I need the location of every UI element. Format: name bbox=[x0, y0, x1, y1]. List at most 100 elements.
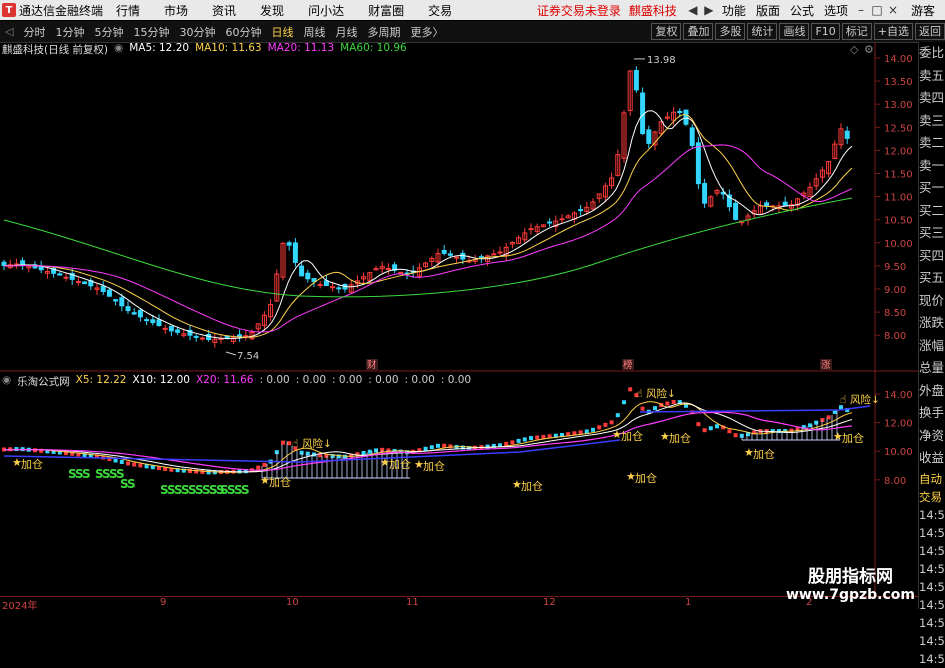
time-label-11: 11 bbox=[406, 597, 419, 608]
ind-bar bbox=[702, 428, 707, 433]
time-label-9: 9 bbox=[160, 597, 167, 608]
candle-body bbox=[237, 334, 243, 337]
ind-bar bbox=[343, 454, 347, 459]
candle-body bbox=[150, 319, 156, 324]
ind-tick-label: 14.00 bbox=[884, 390, 913, 401]
kline-chart[interactable]: 14.00 13.50 13.00 12.50 12.00 11.50 11.00 10.50… bbox=[0, 0, 918, 596]
candle-body bbox=[113, 299, 119, 302]
watermark-title: 股朋指标网 bbox=[807, 567, 893, 587]
risk-hand-icon: ☝ bbox=[636, 387, 643, 400]
side-item-9[interactable]: 买四 bbox=[919, 245, 945, 268]
main-tick-label: 11.50 bbox=[884, 170, 913, 181]
main-tick-label: 12.50 bbox=[884, 123, 913, 134]
ind-bar bbox=[529, 436, 533, 441]
add-position-label: 加仓 bbox=[521, 479, 543, 493]
ind-bar bbox=[640, 406, 645, 411]
candle-body bbox=[454, 256, 460, 259]
side-item-14[interactable]: 总量 bbox=[919, 357, 945, 380]
main-tick-label: 11.00 bbox=[884, 193, 913, 204]
event-marker-label: 榜 bbox=[623, 359, 633, 371]
side-item-2[interactable]: 卖四 bbox=[919, 87, 945, 110]
candle-body bbox=[764, 202, 770, 207]
side-item-16[interactable]: 换手 bbox=[919, 402, 945, 425]
add-position-label: 加仓 bbox=[269, 475, 291, 489]
side-item-11[interactable]: 现价 bbox=[919, 290, 945, 313]
ind-bar bbox=[522, 437, 527, 442]
add-position-label: 加仓 bbox=[842, 431, 864, 445]
watermark: 股朋指标网 www.7gpzb.com bbox=[786, 568, 915, 604]
main-tick-label: 10.50 bbox=[884, 216, 913, 227]
candle-body bbox=[106, 289, 112, 297]
candle-body bbox=[677, 110, 683, 113]
candle-body bbox=[292, 242, 298, 263]
candle-body bbox=[491, 253, 497, 256]
side-lower-9: 14:56 bbox=[919, 633, 945, 648]
return-button[interactable]: 返回 bbox=[915, 23, 945, 40]
candle-body bbox=[441, 249, 447, 254]
ind-bar bbox=[584, 429, 589, 434]
time-label-10: 10 bbox=[286, 597, 299, 608]
ind-bar bbox=[603, 422, 608, 427]
side-item-18[interactable]: 收益 bbox=[919, 447, 945, 470]
ind-tick-label: 10.00 bbox=[884, 447, 913, 458]
risk-label: 风险↓ bbox=[302, 437, 332, 450]
ind-bar bbox=[504, 441, 509, 446]
candle-body bbox=[131, 312, 137, 315]
ind-tick-label: 8.00 bbox=[884, 476, 906, 487]
side-item-13[interactable]: 涨幅 bbox=[919, 335, 945, 358]
ind-bar bbox=[516, 438, 521, 443]
ind-bar bbox=[535, 435, 540, 440]
side-lower-3: 14:56 bbox=[919, 525, 945, 540]
side-item-12[interactable]: 涨跌 bbox=[919, 312, 945, 335]
ind-bar bbox=[138, 463, 143, 468]
candle-body bbox=[646, 129, 652, 144]
side-item-4[interactable]: 卖二 bbox=[919, 132, 945, 155]
add-position-label: 加仓 bbox=[669, 431, 691, 445]
add-position-label: 加仓 bbox=[423, 459, 445, 473]
low-price-label: 7.54 bbox=[237, 351, 259, 362]
candle-body bbox=[299, 265, 305, 277]
side-item-0[interactable]: 委比 bbox=[919, 42, 945, 65]
ind-bar bbox=[442, 443, 447, 448]
side-item-1[interactable]: 卖五 bbox=[919, 65, 945, 88]
main-tick-label: 14.00 bbox=[884, 54, 913, 65]
main-tick-label: 13.50 bbox=[884, 77, 913, 88]
sell-s-signal: S bbox=[241, 483, 250, 497]
ind-bar bbox=[653, 406, 657, 411]
side-lower-0[interactable]: 自动 bbox=[919, 470, 945, 488]
ind-bar bbox=[113, 458, 118, 463]
ind-bar bbox=[132, 462, 137, 467]
side-item-6[interactable]: 买一 bbox=[919, 177, 945, 200]
main-tick-label: 8.50 bbox=[884, 308, 906, 319]
time-axis: 2024年 9 10 11 12 1 2 bbox=[0, 596, 918, 612]
ind-bar bbox=[367, 449, 372, 454]
main-tick-label: 9.00 bbox=[884, 285, 906, 296]
candle-body bbox=[497, 251, 503, 254]
candle-body bbox=[100, 285, 106, 292]
candle-body bbox=[75, 281, 81, 284]
side-item-10[interactable]: 买五 bbox=[919, 267, 945, 290]
ind-bar bbox=[733, 433, 738, 438]
candle-body bbox=[330, 286, 336, 289]
ind-bar bbox=[119, 459, 124, 464]
side-item-7[interactable]: 买二 bbox=[919, 200, 945, 223]
side-item-15[interactable]: 外盘 bbox=[919, 380, 945, 403]
candle-body bbox=[1, 261, 7, 266]
main-tick-label: 13.00 bbox=[884, 100, 913, 111]
ind-bar bbox=[665, 401, 670, 406]
side-item-8[interactable]: 买三 bbox=[919, 222, 945, 245]
main-tick-label: 8.00 bbox=[884, 331, 906, 342]
side-lower-4: 14:56 bbox=[919, 543, 945, 558]
candle-body bbox=[385, 267, 391, 270]
side-lower-1[interactable]: 交易 bbox=[919, 488, 945, 506]
add-position-label: 加仓 bbox=[753, 447, 775, 461]
candle-body bbox=[578, 209, 584, 212]
candle-body bbox=[63, 276, 69, 279]
side-item-3[interactable]: 卖三 bbox=[919, 110, 945, 133]
side-item-17[interactable]: 净资 bbox=[919, 425, 945, 448]
ind-bar bbox=[671, 400, 676, 405]
ma20-line bbox=[4, 144, 853, 333]
side-item-5[interactable]: 卖一 bbox=[919, 155, 945, 178]
ind-bar bbox=[256, 465, 261, 470]
ind-bar bbox=[727, 429, 732, 434]
